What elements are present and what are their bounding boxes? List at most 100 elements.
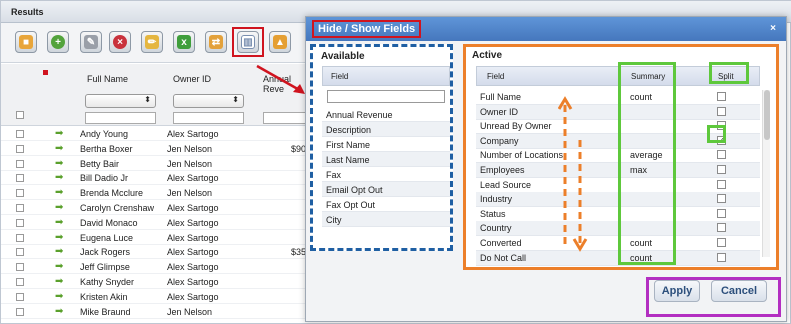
table-row[interactable]: ➡ Carolyn Crenshaw Alex Sartogo [1,202,311,215]
annual-revenue-filter-input[interactable] [263,112,311,124]
toolbar: ■ + ✎ × ✏ x ⇄ ▥ ▲ [1,23,311,63]
table-row[interactable]: ➡ Jack Rogers Alex Sartogo $350 [1,246,311,260]
column-full-name[interactable]: Full Name [87,74,128,84]
convert-arrow-icon[interactable]: ➡ [55,262,63,272]
split-checkbox[interactable] [717,165,726,174]
split-checkbox[interactable] [717,92,726,101]
row-checkbox[interactable] [16,159,24,168]
add-button[interactable]: + [47,31,69,53]
delete-button[interactable]: × [109,31,131,53]
convert-arrow-icon[interactable]: ➡ [55,203,63,213]
edit-button[interactable]: ✎ [80,31,102,53]
convert-arrow-icon[interactable]: ➡ [55,129,63,139]
convert-arrow-icon[interactable]: ➡ [55,232,63,243]
row-owner-id: Alex Sartogo [167,129,219,139]
row-checkbox[interactable] [16,278,24,286]
table-row[interactable]: ➡ Bertha Boxer Jen Nelson $900 [1,143,311,156]
active-title: Active [472,50,503,61]
excel-icon: x [177,35,191,49]
excel-button[interactable]: x [173,31,195,53]
table-row[interactable]: ➡ Jeff Glimpse Alex Sartogo [1,261,311,275]
table-row[interactable]: ➡ Andy Young Alex Sartogo [1,128,311,141]
row-checkbox[interactable] [16,218,24,227]
table-row[interactable]: ➡ Mike Braund Jen Nelson [1,306,311,319]
owner-id-filter-input[interactable] [173,112,244,124]
table-row[interactable]: ➡ Kathy Snyder Alex Sartogo [1,276,311,289]
row-checkbox[interactable] [16,263,24,272]
table-row[interactable]: ➡ Bill Dadio Jr Alex Sartogo [1,172,311,186]
split-checkbox[interactable] [717,194,726,204]
row-full-name: Bill Dadio Jr [80,173,129,184]
row-owner-id: Jen Nelson [167,188,213,199]
column-owner-id[interactable]: Owner ID [173,74,211,84]
row-checkbox[interactable] [16,174,24,183]
row-full-name: Bertha Boxer [80,143,133,154]
reorder-arrow-icon [558,96,588,252]
split-checkbox[interactable] [717,208,726,218]
available-search-input[interactable] [327,90,445,103]
row-checkbox[interactable] [16,307,24,316]
row-checkbox[interactable] [16,292,24,301]
delete-icon: × [113,35,127,49]
row-checkbox[interactable] [16,248,24,257]
available-field-item[interactable]: Description [322,122,450,137]
cancel-button[interactable]: Cancel [711,280,767,302]
table-row[interactable]: ➡ Betty Bair Jen Nelson [1,158,311,171]
active-field-name: Full Name [480,92,522,102]
convert-arrow-icon[interactable]: ➡ [55,291,63,302]
row-full-name: David Monaco [80,217,138,228]
table-row[interactable]: ➡ David Monaco Alex Sartogo [1,217,311,230]
table-row[interactable]: ➡ Kristen Akin Alex Sartogo [1,291,311,304]
row-full-name: Betty Bair [80,158,120,169]
select-all-checkbox[interactable] [16,111,24,119]
convert-arrow-icon[interactable]: ➡ [55,188,63,198]
pencil-button[interactable]: ✏ [141,31,163,53]
available-field-item[interactable]: Fax [322,167,450,182]
save-button[interactable]: ■ [15,31,37,53]
active-scrollbar[interactable] [762,90,770,257]
table-row[interactable]: ➡ Brenda Mcclure Jen Nelson [1,187,311,201]
split-checkbox[interactable] [717,106,726,116]
available-field-item[interactable]: Annual Revenue [322,107,450,122]
available-field-item[interactable]: Email Opt Out [322,182,450,197]
row-checkbox[interactable] [16,233,24,242]
split-checkbox[interactable] [717,150,726,160]
row-full-name: Jack Rogers [80,247,131,258]
full-name-filter-input[interactable] [85,112,156,124]
available-field-item[interactable]: First Name [322,137,450,152]
row-owner-id: Alex Sartogo [167,203,219,213]
apply-button[interactable]: Apply [654,280,700,302]
active-field-name: Company [480,135,519,146]
refresh-button[interactable]: ⇄ [205,31,227,53]
split-checkbox[interactable] [717,252,726,262]
available-field-item[interactable]: City [322,212,450,227]
convert-arrow-icon[interactable]: ➡ [55,158,63,169]
available-field-item[interactable]: Last Name [322,152,450,167]
owner-id-filter-select[interactable]: ⬍ [173,94,244,108]
row-checkbox[interactable] [16,204,24,212]
convert-arrow-icon[interactable]: ➡ [55,143,63,154]
row-owner-id: Jen Nelson [167,143,213,154]
row-checkbox[interactable] [16,130,24,138]
convert-arrow-icon[interactable]: ➡ [55,173,63,183]
convert-arrow-icon[interactable]: ➡ [55,306,63,317]
convert-arrow-icon[interactable]: ➡ [55,277,63,287]
split-checkbox[interactable] [717,223,726,233]
convert-arrow-icon[interactable]: ➡ [55,247,63,257]
row-full-name: Carolyn Crenshaw [80,203,155,213]
available-field-item[interactable]: Fax Opt Out [322,197,450,212]
split-checkbox[interactable] [717,179,726,189]
scrollbar-thumb[interactable] [764,90,770,140]
split-checkbox[interactable] [717,238,726,247]
full-name-filter-select[interactable]: ⬍ [85,94,156,108]
table-row[interactable]: ➡ Eugena Luce Alex Sartogo [1,232,311,245]
active-field-name: Status [480,208,506,219]
row-checkbox[interactable] [16,189,24,198]
row-owner-id: Jen Nelson [167,306,213,317]
row-checkbox[interactable] [16,144,24,153]
row-full-name: Brenda Mcclure [80,188,144,199]
active-field-name: Lead Source [480,179,532,190]
convert-arrow-icon[interactable]: ➡ [55,217,63,228]
upload-button[interactable]: ▲ [269,31,291,53]
close-icon[interactable]: × [770,23,776,34]
